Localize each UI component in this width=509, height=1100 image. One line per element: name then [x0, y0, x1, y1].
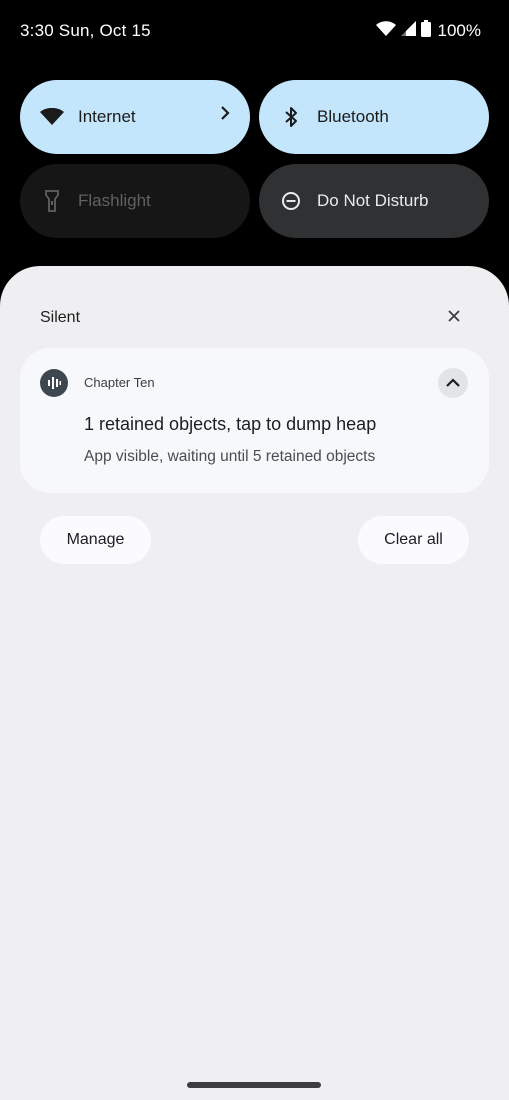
tile-do-not-disturb-label: Do Not Disturb: [317, 191, 429, 210]
clear-all-button[interactable]: Clear all: [358, 516, 469, 564]
close-icon[interactable]: [444, 306, 464, 326]
status-icons: 100%: [375, 20, 481, 42]
flashlight-icon: [40, 189, 64, 213]
notification-text: App visible, waiting until 5 retained ob…: [84, 448, 376, 465]
battery-icon: [420, 20, 431, 42]
wifi-status-icon: [375, 20, 396, 42]
tile-flashlight[interactable]: Flashlight: [20, 164, 250, 238]
status-bar: 3:30 Sun, Oct 15 100%: [0, 0, 509, 62]
notification-card[interactable]: Chapter Ten 1 retained objects, tap to d…: [20, 348, 489, 493]
tile-flashlight-label: Flashlight: [78, 191, 151, 210]
tile-bluetooth-label: Bluetooth: [317, 107, 389, 126]
tile-internet[interactable]: Internet: [20, 80, 250, 154]
tile-bluetooth[interactable]: Bluetooth: [259, 80, 489, 154]
app-icon: [40, 369, 68, 397]
cellular-signal-icon: [400, 21, 416, 41]
notification-app-name: Chapter Ten: [84, 375, 155, 390]
tile-do-not-disturb[interactable]: Do Not Disturb: [259, 164, 489, 238]
navigation-handle[interactable]: [187, 1082, 321, 1088]
silent-section-label: Silent: [40, 309, 81, 326]
battery-percent: 100%: [437, 21, 481, 40]
bluetooth-icon: [279, 105, 303, 129]
notification-title: 1 retained objects, tap to dump heap: [84, 414, 377, 434]
collapse-button[interactable]: [438, 368, 468, 398]
wifi-icon: [40, 105, 64, 129]
manage-button[interactable]: Manage: [40, 516, 151, 564]
do-not-disturb-icon: [279, 189, 303, 213]
chevron-up-icon: [446, 374, 460, 392]
chevron-right-icon: [220, 105, 230, 125]
tile-internet-label: Internet: [78, 107, 136, 126]
status-time: 3:30 Sun, Oct 15: [20, 21, 151, 40]
